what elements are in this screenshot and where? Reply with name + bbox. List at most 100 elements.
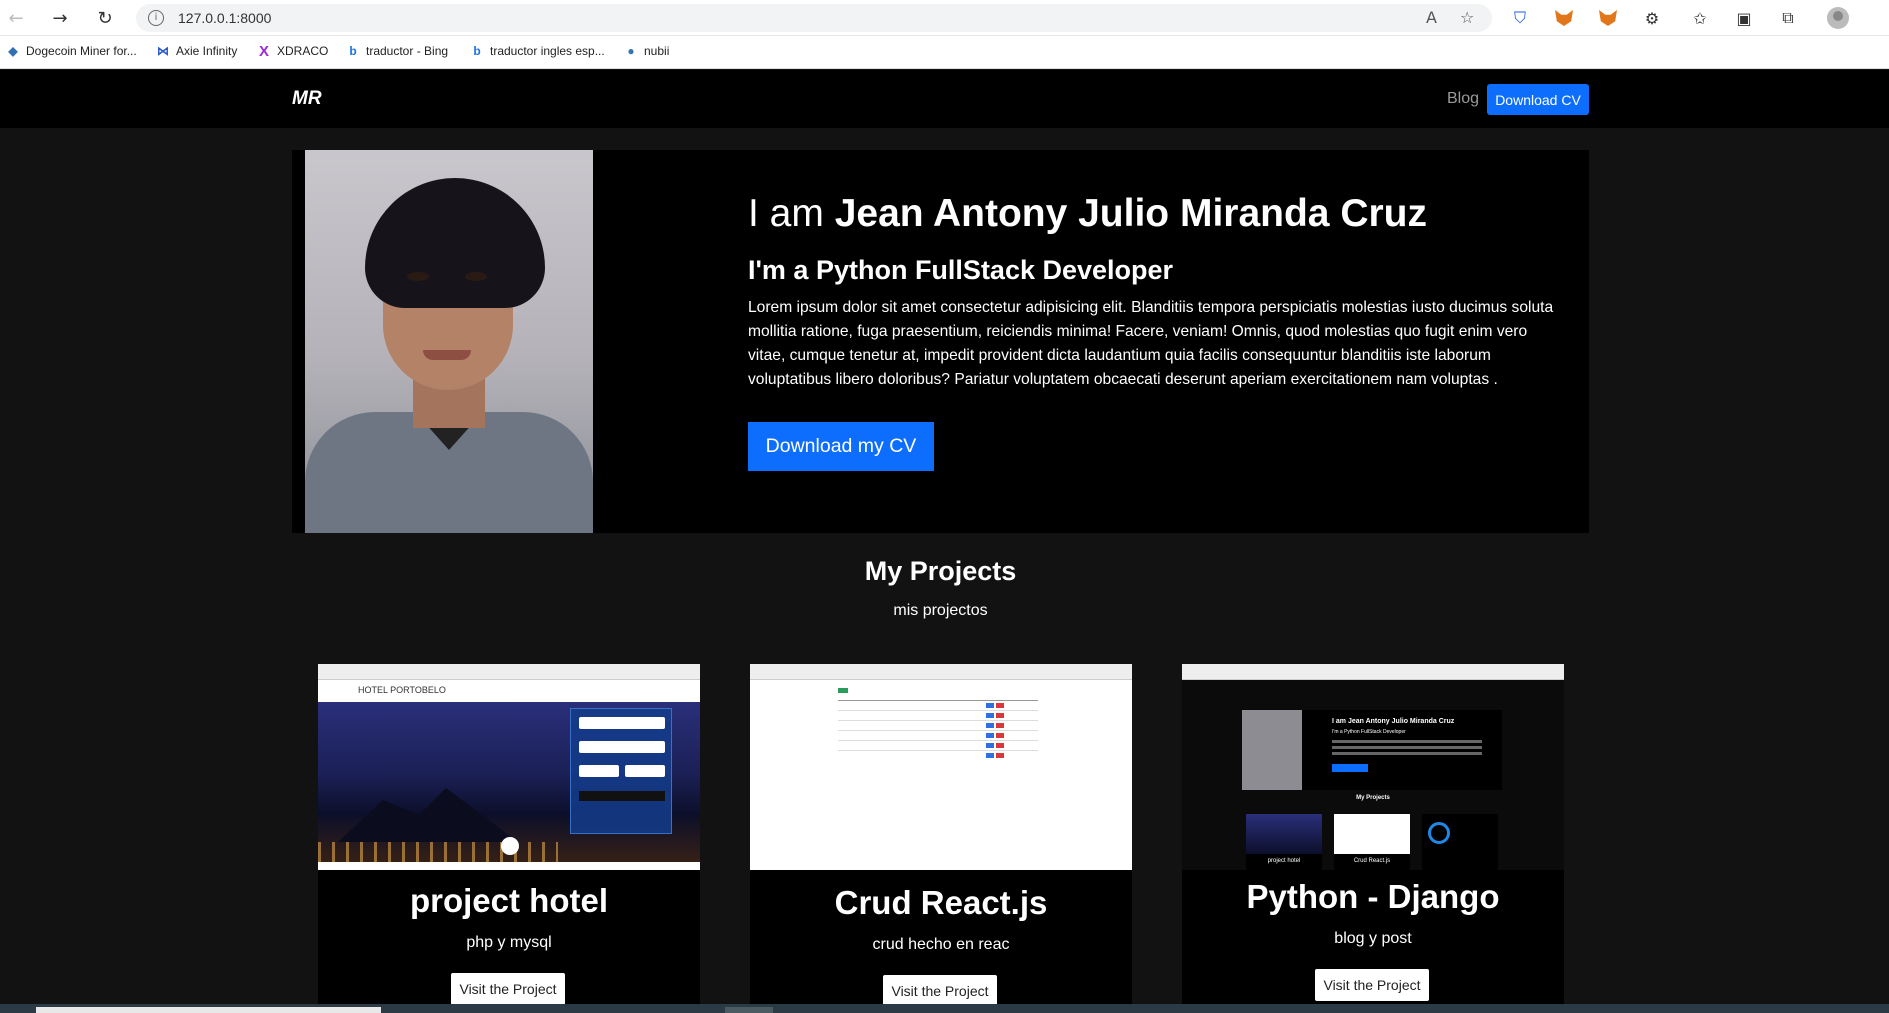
- metamask-icon[interactable]: [1596, 6, 1620, 30]
- site-navbar: MR Blog Download CV: [0, 70, 1889, 128]
- thumb-browser-chrome: [318, 664, 700, 680]
- hero-title-prefix: I am: [748, 192, 835, 235]
- bookmark-bing-1[interactable]: b traductor - Bing: [346, 44, 448, 58]
- axie-icon: ⋈: [157, 44, 169, 58]
- hero-description: Lorem ipsum dolor sit amet consectetur a…: [748, 299, 1554, 388]
- thumb-card: Crud React.js: [1334, 814, 1410, 870]
- address-bar[interactable]: i 127.0.0.1:8000 A ☆: [136, 4, 1492, 32]
- thumb-delete-btn: [996, 713, 1004, 718]
- bookmark-axie[interactable]: ⋈ Axie Infinity: [156, 44, 237, 58]
- thumb-input: [579, 765, 619, 777]
- thumb-input: [579, 741, 665, 753]
- reload-icon[interactable]: ↻: [93, 6, 117, 30]
- bookmark-label: Dogecoin Miner for...: [26, 44, 137, 58]
- thumb-edit-btn: [986, 733, 994, 738]
- download-my-cv-button[interactable]: Download my CV: [748, 422, 934, 471]
- bookmark-label: nubii: [644, 44, 670, 58]
- thumb-browser-chrome: [1182, 664, 1564, 680]
- thumb-table-row: [838, 750, 1038, 751]
- browser-toolbar: ← → ↻ i 127.0.0.1:8000 A ☆ ⛉ ⚙ ✩ ▣ ⧉: [0, 0, 1889, 36]
- hero-subtitle: I'm a Python FullStack Developer: [748, 255, 1174, 285]
- visit-project-button[interactable]: Visit the Project: [1315, 969, 1429, 1001]
- project-description: blog y post: [1334, 930, 1412, 947]
- hero-title-name: Jean Antony Julio Miranda Cruz: [834, 192, 1427, 235]
- photo-eye-right: [465, 272, 487, 281]
- project-description: php y mysql: [466, 934, 552, 951]
- brand-logo[interactable]: MR: [292, 88, 322, 110]
- photo-hair: [365, 178, 545, 308]
- thumb-card-title: Crud React.js: [1353, 858, 1391, 864]
- thumb-card: project hotel: [1246, 814, 1322, 870]
- bing-icon: b: [473, 44, 481, 58]
- extensions-icon[interactable]: ⚙: [1640, 6, 1664, 30]
- bookmark-label: traductor ingles esp...: [490, 44, 605, 58]
- thumb-input: [579, 717, 665, 729]
- thumb-edit-btn: [986, 703, 994, 708]
- thumb-section-title: My Projects: [1356, 795, 1390, 801]
- thumb-header: HOTEL PORTOBELO: [318, 680, 700, 702]
- forward-icon[interactable]: →: [48, 6, 72, 30]
- thumb-delete-btn: [996, 703, 1004, 708]
- thumb-booking-form: [570, 708, 672, 834]
- thumb-card: [1422, 814, 1498, 870]
- favorites-icon[interactable]: ✩: [1688, 6, 1712, 30]
- bitwarden-icon[interactable]: ⛉: [1508, 6, 1532, 30]
- project-card-python-django: I am Jean Antony Julio Miranda Cruz I'm …: [1182, 664, 1564, 1013]
- visit-project-button[interactable]: Visit the Project: [451, 973, 565, 1005]
- thumb-edit-btn: [986, 713, 994, 718]
- project-card-hotel: HOTEL PORTOBELO project hotel php y mysq…: [318, 664, 700, 1013]
- project-card-crud-react: Crud React.js crud hecho en reac Visit t…: [750, 664, 1132, 1013]
- download-cv-button[interactable]: Download CV: [1487, 84, 1589, 115]
- thumb-card-image: [1246, 814, 1322, 854]
- thumb-chevron-icon: [501, 837, 519, 855]
- thumb-submit: [579, 791, 665, 801]
- taskbar-segment: [36, 1007, 381, 1013]
- bookmark-dogecoin[interactable]: ◆ Dogecoin Miner for...: [6, 44, 137, 58]
- hero-title: I am Jean Antony Julio Miranda Cruz: [748, 192, 1427, 236]
- page-content: MR Blog Download CV I am Jean Antony Jul…: [0, 70, 1889, 1013]
- thumb-browser-chrome: [750, 664, 1132, 680]
- thumb-edit-btn: [986, 743, 994, 748]
- bookmarks-bar: ◆ Dogecoin Miner for... ⋈ Axie Infinity XX…: [0, 36, 1889, 69]
- thumb-card-logo: [1428, 822, 1450, 844]
- profile-icon[interactable]: [1826, 6, 1850, 30]
- thumb-photo: [1242, 710, 1302, 790]
- thumb-delete-btn: [996, 753, 1004, 758]
- thumb-table-row: [838, 700, 1038, 701]
- bookmark-label: traductor - Bing: [366, 44, 449, 58]
- project-title: project hotel: [409, 882, 609, 919]
- thumb-hero-title: I am Jean Antony Julio Miranda Cruz: [1332, 718, 1455, 725]
- bing-icon: b: [349, 44, 357, 58]
- x-icon: X: [258, 42, 269, 60]
- project-title: Crud React.js: [834, 884, 1048, 921]
- info-icon[interactable]: i: [148, 10, 164, 26]
- bookmark-nubii[interactable]: ● nubii: [624, 44, 669, 58]
- screenshot-icon[interactable]: ⧉: [1776, 6, 1800, 30]
- taskbar-segment: [725, 1007, 773, 1013]
- thumb-mountain: [338, 788, 518, 842]
- thumb-table-row: [838, 710, 1038, 711]
- nav-blog-link[interactable]: Blog: [1447, 90, 1479, 108]
- thumb-cv-button: [1332, 764, 1368, 772]
- back-icon[interactable]: ←: [4, 6, 28, 30]
- visit-project-button[interactable]: Visit the Project: [883, 975, 997, 1007]
- bookmark-xdraco[interactable]: X XDRACO: [257, 42, 329, 60]
- thumb-white-bg: [750, 680, 1132, 870]
- thumb-bottom: [318, 862, 700, 870]
- thumb-table-row: [838, 720, 1038, 721]
- photo-mouth: [423, 350, 471, 360]
- read-aloud-icon[interactable]: A: [1426, 8, 1437, 27]
- cube-icon: ◆: [8, 44, 18, 58]
- taskbar-strip: [0, 1004, 1889, 1013]
- favorite-star-icon[interactable]: ☆: [1460, 8, 1474, 27]
- metamask-icon[interactable]: [1552, 6, 1576, 30]
- thumb-delete-btn: [996, 733, 1004, 738]
- bookmark-label: XDRACO: [277, 44, 329, 58]
- thumb-input: [625, 765, 665, 777]
- collections-icon[interactable]: ▣: [1732, 6, 1756, 30]
- thumb-text-line: [1332, 740, 1482, 743]
- project-thumbnail: HOTEL PORTOBELO: [318, 664, 700, 870]
- projects-title: My Projects: [864, 556, 1017, 586]
- bookmark-bing-2[interactable]: b traductor ingles esp...: [470, 44, 605, 58]
- thumb-text-line: [1332, 746, 1482, 749]
